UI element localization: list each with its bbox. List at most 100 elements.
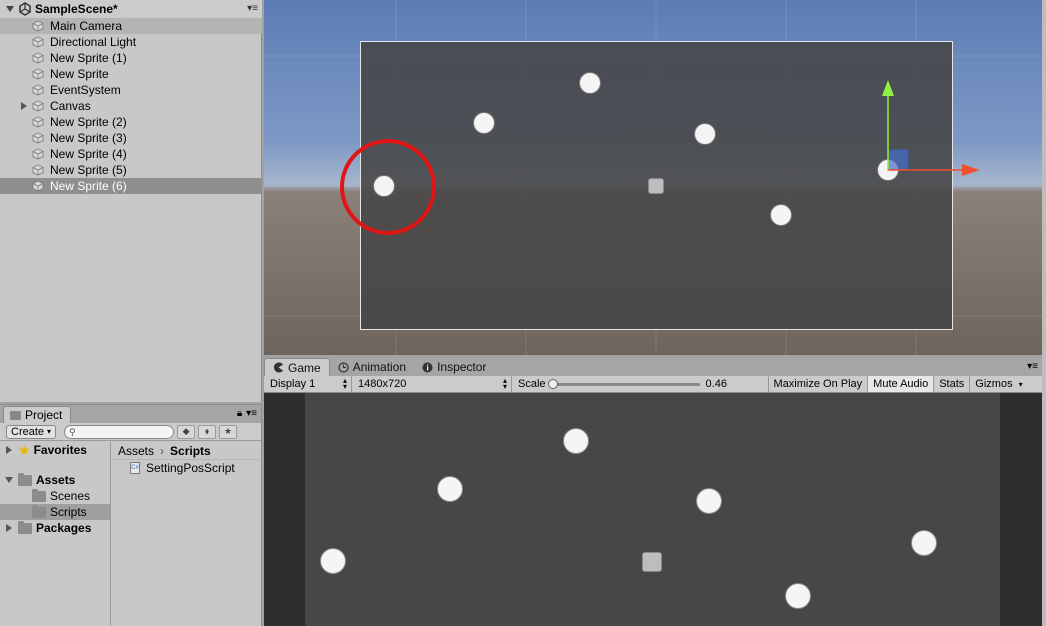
- chevron-down-icon: ▾: [1018, 379, 1023, 389]
- hierarchy-header[interactable]: SampleScene* ▾≡: [0, 0, 262, 18]
- resolution-value: 1480x720: [358, 378, 407, 390]
- tree-favorites[interactable]: ★ Favorites: [0, 442, 110, 458]
- create-button[interactable]: Create ▾: [6, 424, 57, 439]
- tree-assets-label: Assets: [36, 473, 76, 487]
- right-edge-strip: [1042, 0, 1046, 626]
- expand-arrow-icon[interactable]: [21, 102, 27, 110]
- expand-arrow-icon[interactable]: [6, 446, 12, 454]
- folder-icon: [10, 410, 21, 420]
- filter-label-icon[interactable]: ⬧: [198, 424, 217, 439]
- hierarchy-item-label: New Sprite (2): [50, 115, 127, 129]
- hierarchy-item-label: New Sprite (6): [50, 179, 127, 193]
- mute-audio-toggle[interactable]: Mute Audio: [867, 376, 934, 392]
- move-gizmo[interactable]: [864, 78, 984, 188]
- hierarchy-item[interactable]: New Sprite (4): [0, 146, 262, 162]
- tree-packages-label: Packages: [36, 521, 92, 535]
- stats-label: Stats: [939, 378, 965, 390]
- tree-packages[interactable]: Packages: [0, 520, 110, 536]
- chevron-right-icon: ›: [160, 443, 165, 458]
- asset-file-row[interactable]: C# SettingPosScript: [112, 460, 262, 476]
- hierarchy-item-label: Directional Light: [50, 35, 137, 49]
- scale-slider[interactable]: [547, 378, 700, 389]
- hierarchy-item[interactable]: New Sprite (2): [0, 114, 262, 130]
- sprite-circle[interactable]: [770, 204, 792, 226]
- display-dropdown[interactable]: Display 1 ▴ ▾: [264, 376, 352, 392]
- create-label: Create: [11, 425, 45, 438]
- project-folder-tree: ★ Favorites Assets Scenes Scripts Packag…: [0, 442, 111, 626]
- breadcrumb-root[interactable]: Assets: [118, 444, 154, 458]
- maximize-label: Maximize On Play: [773, 378, 863, 390]
- folder-icon: [18, 520, 32, 534]
- scale-value: 0.46: [705, 378, 727, 390]
- lock-icon[interactable]: 🔒︎: [237, 408, 242, 419]
- gameobject-cube-icon: [32, 132, 44, 144]
- game-sprite-circle: [437, 476, 463, 502]
- gizmos-dropdown[interactable]: Gizmos ▾: [969, 376, 1027, 392]
- sprite-square[interactable]: [648, 178, 664, 194]
- collapse-arrow-icon[interactable]: [6, 6, 14, 12]
- tree-scenes[interactable]: Scenes: [0, 488, 110, 504]
- hierarchy-item[interactable]: New Sprite (6): [0, 178, 262, 194]
- star-icon: ★: [18, 441, 31, 458]
- folder-icon: [18, 472, 32, 486]
- tab-project[interactable]: Project: [3, 406, 72, 423]
- tab-game[interactable]: Game: [264, 358, 330, 376]
- gameobject-cube-icon: [32, 68, 44, 80]
- gameobject-cube-icon: [32, 116, 44, 128]
- hierarchy-menu-icon[interactable]: ▾≡: [247, 3, 258, 14]
- tab-inspector-label: Inspector: [437, 360, 487, 374]
- hierarchy-item-label: New Sprite (5): [50, 163, 127, 177]
- sprite-circle[interactable]: [694, 123, 716, 145]
- chevron-down-icon: ▾: [47, 427, 52, 436]
- hierarchy-item[interactable]: EventSystem: [0, 82, 262, 98]
- gizmos-label: Gizmos: [975, 378, 1013, 390]
- hierarchy-item[interactable]: New Sprite (1): [0, 50, 262, 66]
- scale-slider-thumb[interactable]: [547, 378, 558, 389]
- breadcrumb-current[interactable]: Scripts: [170, 444, 211, 458]
- game-tabbar: Game Animation Inspector ▾≡: [264, 358, 1042, 376]
- tree-scripts[interactable]: Scripts: [0, 504, 110, 520]
- stats-toggle[interactable]: Stats: [933, 376, 969, 392]
- pacman-icon: [274, 362, 283, 373]
- gameobject-cube-icon: [32, 36, 44, 48]
- hierarchy-list: Main Camera Directional Light New Sprite (…: [0, 18, 262, 194]
- hierarchy-item-label: Main Camera: [50, 19, 123, 33]
- hierarchy-item[interactable]: Canvas: [0, 98, 262, 114]
- filter-type-icon[interactable]: ◆: [177, 424, 196, 439]
- sprite-circle[interactable]: [473, 112, 495, 134]
- collapse-arrow-icon[interactable]: [5, 477, 13, 483]
- hierarchy-item[interactable]: New Sprite (3): [0, 130, 262, 146]
- scene-view[interactable]: [264, 0, 1042, 355]
- favorite-star-icon[interactable]: ★: [219, 424, 238, 439]
- hierarchy-item-label: Canvas: [50, 99, 91, 113]
- hierarchy-item[interactable]: New Sprite: [0, 66, 262, 82]
- mute-label: Mute Audio: [873, 378, 929, 390]
- resolution-dropdown[interactable]: 1480x720 ▴ ▾: [352, 376, 512, 392]
- game-sprite-circle: [696, 488, 722, 514]
- expand-arrow-icon[interactable]: [6, 524, 12, 532]
- hierarchy-item-label: New Sprite: [50, 67, 109, 81]
- search-input[interactable]: ⚲: [64, 424, 175, 439]
- tree-scenes-label: Scenes: [50, 489, 91, 503]
- panel-menu-icon[interactable]: ▾≡: [1027, 361, 1038, 372]
- gameobject-cube-icon: [32, 84, 44, 96]
- scene-title: SampleScene*: [35, 2, 118, 16]
- hierarchy-item[interactable]: New Sprite (5): [0, 162, 262, 178]
- hierarchy-item[interactable]: Directional Light: [0, 34, 262, 50]
- game-view[interactable]: [264, 393, 1042, 626]
- unity-editor: SampleScene* ▾≡ Main Camera Directional L…: [0, 0, 1046, 626]
- tab-inspector[interactable]: Inspector: [414, 358, 494, 376]
- tab-animation-label: Animation: [352, 360, 407, 374]
- panel-menu-icon[interactable]: ▾≡: [246, 408, 257, 419]
- game-sprite-circle: [320, 548, 346, 574]
- info-icon: [422, 362, 433, 372]
- tab-animation[interactable]: Animation: [330, 358, 414, 376]
- gameobject-cube-icon: [32, 180, 44, 192]
- tree-assets[interactable]: Assets: [0, 472, 110, 488]
- hierarchy-item[interactable]: Main Camera: [0, 18, 262, 34]
- maximize-on-play-toggle[interactable]: Maximize On Play: [767, 376, 868, 392]
- sprite-circle[interactable]: [579, 72, 601, 94]
- game-sprite-square: [642, 552, 662, 572]
- breadcrumb: Assets › Scripts: [112, 442, 262, 460]
- gameobject-cube-icon: [32, 148, 44, 160]
